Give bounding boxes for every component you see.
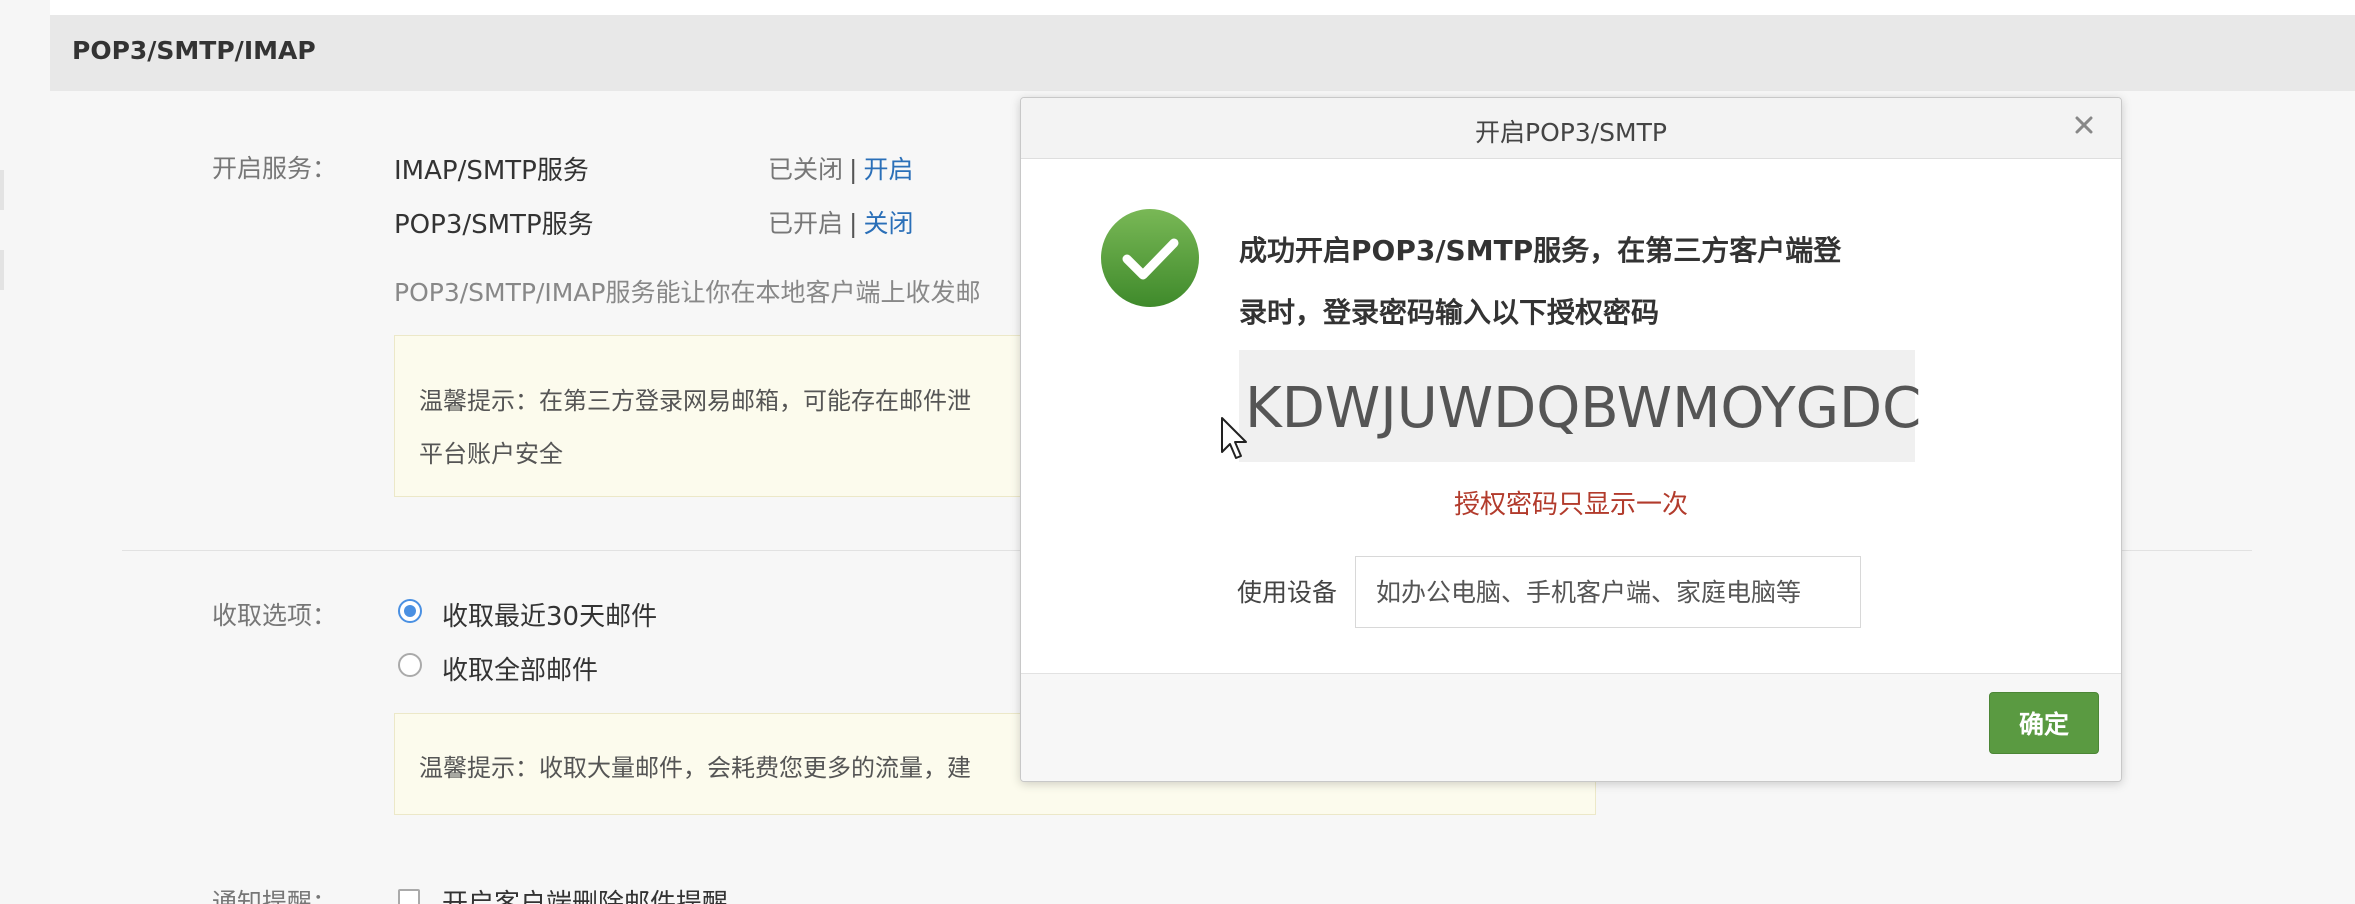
check-circle-icon <box>1099 207 1201 309</box>
dialog-header: 开启POP3/SMTP <box>1021 98 2121 159</box>
success-message: 成功开启POP3/SMTP服务，在第三方客户端登 录时，登录密码输入以下授权密码 <box>1239 220 1959 344</box>
imap-enable-link[interactable]: 开启 <box>863 155 913 184</box>
enable-pop3-dialog: 开启POP3/SMTP 成功开启POP3/SMTP服务，在第三方客户端登 录时，… <box>1020 97 2122 782</box>
section-title: POP3/SMTP/IMAP <box>72 36 316 65</box>
services-tip-line1: 温馨提示：在第三方登录网易邮箱，可能存在邮件泄 <box>419 387 971 415</box>
imap-service-name: IMAP/SMTP服务 <box>394 156 589 186</box>
pop3-status-text: 已开启 <box>768 209 844 238</box>
mouse-pointer-icon <box>1220 416 1248 460</box>
fetch-tip-text: 温馨提示：收取大量邮件，会耗费您更多的流量，建 <box>419 754 971 782</box>
dialog-footer: 确定 <box>1021 673 2121 781</box>
imap-status-text: 已关闭 <box>768 155 844 184</box>
fetch-all-radio[interactable] <box>398 653 422 677</box>
close-icon[interactable] <box>2069 110 2099 140</box>
device-label: 使用设备 <box>1237 578 1338 607</box>
sidebar-edge-mark <box>0 170 4 210</box>
pop3-service-status: 已开启 | 关闭 <box>768 204 913 240</box>
auth-code: KDWJUWDQBWMOYGDC <box>1245 376 1922 441</box>
panel-header: POP3/SMTP/IMAP <box>50 15 2355 91</box>
page: POP3/SMTP/IMAP 开启服务： IMAP/SMTP服务 已关闭 | 开启 … <box>0 0 2355 904</box>
services-tip-line2: 平台账户安全 <box>419 440 563 468</box>
success-message-line1: 成功开启POP3/SMTP服务，在第三方客户端登 <box>1239 234 1842 267</box>
pop3-separator: | <box>849 209 858 238</box>
auth-code-once-note: 授权密码只显示一次 <box>1453 490 1688 520</box>
imap-service-status: 已关闭 | 开启 <box>768 150 913 186</box>
device-input[interactable] <box>1355 556 1861 628</box>
notify-delete-label[interactable]: 开启客户端删除邮件提醒 <box>442 883 728 904</box>
auth-code-box: KDWJUWDQBWMOYGDC <box>1239 350 1921 462</box>
services-label: 开启服务： <box>212 154 338 183</box>
confirm-button[interactable]: 确定 <box>1989 692 2099 754</box>
pop3-disable-link[interactable]: 关闭 <box>863 209 913 238</box>
dialog-title: 开启POP3/SMTP <box>1475 118 1667 147</box>
success-message-line2: 录时，登录密码输入以下授权密码 <box>1239 296 1660 329</box>
imap-separator: | <box>849 155 858 184</box>
notify-delete-checkbox[interactable] <box>398 889 420 904</box>
notify-label: 通知提醒： <box>212 888 338 904</box>
sidebar-edge-mark <box>0 250 4 290</box>
services-description: POP3/SMTP/IMAP服务能让你在本地客户端上收发邮 <box>394 278 981 307</box>
fetch-recent-radio[interactable] <box>398 599 422 623</box>
fetch-all-label[interactable]: 收取全部邮件 <box>442 650 598 687</box>
fetch-options-label: 收取选项： <box>212 601 338 630</box>
left-sidebar-edge <box>0 0 50 904</box>
pop3-service-name: POP3/SMTP服务 <box>394 210 594 240</box>
fetch-recent-label[interactable]: 收取最近30天邮件 <box>442 596 657 633</box>
